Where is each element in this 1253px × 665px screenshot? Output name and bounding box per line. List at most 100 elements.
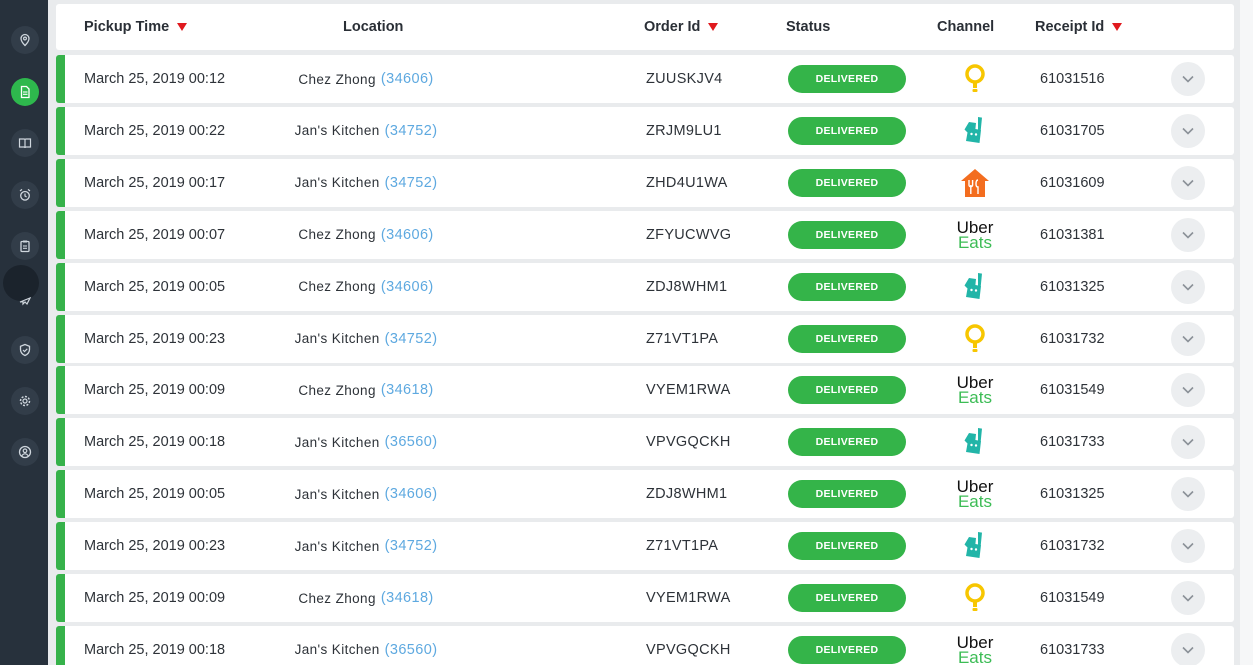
channel-cell	[950, 159, 1000, 207]
location-id-link[interactable]: (34752)	[385, 331, 438, 347]
row-status-accent	[56, 262, 65, 311]
table-row[interactable]: March 25, 2019 00:12 Chez Zhong (34606) …	[56, 55, 1234, 103]
expand-row-button[interactable]	[1171, 269, 1205, 304]
location-id-link[interactable]: (34752)	[385, 123, 438, 139]
location-id-link[interactable]: (36560)	[385, 642, 438, 658]
expand-cell	[1171, 626, 1205, 665]
pickup-time: March 25, 2019 00:18	[84, 641, 226, 658]
status-badge: DELIVERED	[788, 220, 906, 249]
sidebar-item-menu[interactable]	[11, 129, 39, 157]
location-name: Chez Zhong	[298, 382, 376, 398]
column-header-location: Location	[343, 4, 403, 50]
chevron-down-icon	[1182, 335, 1194, 343]
location-name: Jan's Kitchen	[294, 538, 380, 554]
table-row[interactable]: March 25, 2019 00:17 Jan's Kitchen (3475…	[56, 158, 1234, 207]
order-id: ZFYUCWVG	[646, 226, 732, 243]
location-id-link[interactable]: (34618)	[381, 590, 434, 606]
table-row[interactable]: March 25, 2019 00:22 Jan's Kitchen (3475…	[56, 106, 1234, 155]
column-header-order-id[interactable]: Order Id	[644, 4, 719, 50]
order-id: Z71VT1PA	[646, 330, 719, 347]
deliveroo-logo-icon	[964, 116, 982, 143]
sidebar-item-account[interactable]	[11, 438, 39, 466]
location-id-link[interactable]: (34606)	[381, 227, 434, 243]
sidebar-item-orders[interactable]	[11, 78, 39, 106]
column-header-receipt-id[interactable]: Receipt Id	[1035, 4, 1123, 50]
sort-descending-icon[interactable]	[708, 23, 719, 31]
sidebar-item-timers[interactable]	[11, 181, 39, 209]
pickup-time: March 25, 2019 00:05	[84, 486, 226, 503]
table-row[interactable]: March 25, 2019 00:18 Jan's Kitchen (3656…	[56, 418, 1234, 467]
expand-row-button[interactable]	[1171, 217, 1205, 252]
expand-row-button[interactable]	[1171, 321, 1205, 356]
location-name: Jan's Kitchen	[294, 486, 380, 502]
receipt-id: 61031732	[1040, 538, 1105, 555]
status-cell: DELIVERED	[788, 159, 906, 207]
channel-cell	[950, 574, 1000, 622]
receipt-id: 61031733	[1040, 434, 1105, 451]
order-id: ZDJ8WHM1	[646, 278, 728, 295]
expand-row-button[interactable]	[1171, 62, 1205, 96]
expand-row-button[interactable]	[1171, 632, 1205, 665]
row-status-accent	[56, 314, 65, 363]
location-id-link[interactable]: (36560)	[385, 434, 438, 450]
expand-cell	[1171, 574, 1205, 622]
pickup-time: March 25, 2019 00:23	[84, 330, 226, 347]
location-id-link[interactable]: (34606)	[381, 71, 434, 87]
table-row[interactable]: March 25, 2019 00:05 Chez Zhong (34606) …	[56, 262, 1234, 311]
status-cell: DELIVERED	[788, 522, 906, 570]
document-icon	[20, 85, 30, 99]
receipt-id: 61031325	[1040, 278, 1105, 295]
location-cell: Chez Zhong (34618)	[241, 366, 491, 414]
channel-cell: Uber Eats	[950, 470, 1000, 518]
location-id-link[interactable]: (34752)	[385, 538, 438, 554]
table-row[interactable]: March 25, 2019 00:05 Jan's Kitchen (3460…	[56, 470, 1234, 519]
expand-row-button[interactable]	[1171, 165, 1205, 200]
status-badge: DELIVERED	[788, 532, 906, 561]
row-status-accent	[56, 418, 65, 467]
expand-row-button[interactable]	[1171, 581, 1205, 615]
table-row[interactable]: March 25, 2019 00:07 Chez Zhong (34606) …	[56, 210, 1234, 259]
table-row[interactable]: March 25, 2019 00:23 Jan's Kitchen (3475…	[56, 522, 1234, 571]
status-cell: DELIVERED	[788, 315, 906, 363]
table-row[interactable]: March 25, 2019 00:23 Jan's Kitchen (3475…	[56, 314, 1234, 363]
scrollbar-track[interactable]	[1240, 0, 1253, 665]
receipt-id: 61031549	[1040, 382, 1105, 399]
expand-row-button[interactable]	[1171, 529, 1205, 564]
sort-descending-icon[interactable]	[1112, 23, 1123, 31]
location-id-link[interactable]: (34606)	[385, 486, 438, 502]
column-header-pickup-time[interactable]: Pickup Time	[84, 4, 188, 50]
row-status-accent	[56, 522, 65, 571]
sidebar-item-locations[interactable]	[11, 26, 39, 54]
location-name: Chez Zhong	[298, 227, 376, 243]
expand-row-button[interactable]	[1171, 425, 1205, 460]
sort-descending-icon[interactable]	[177, 23, 188, 31]
row-status-accent	[56, 574, 65, 622]
status-badge: DELIVERED	[788, 168, 906, 197]
chevron-down-icon	[1182, 127, 1194, 135]
sidebar-item-reports[interactable]	[11, 232, 39, 260]
location-pin-icon	[20, 33, 30, 47]
status-cell: DELIVERED	[788, 626, 906, 665]
column-header-label: Status	[786, 19, 831, 35]
expand-row-button[interactable]	[1171, 477, 1205, 512]
deliveroo-logo-icon	[964, 532, 982, 559]
plane-icon	[19, 296, 32, 306]
table-row[interactable]: March 25, 2019 00:18 Jan's Kitchen (3656…	[56, 625, 1234, 665]
location-id-link[interactable]: (34618)	[381, 382, 434, 398]
status-cell: DELIVERED	[788, 211, 906, 259]
chevron-down-icon	[1182, 646, 1194, 654]
expand-cell	[1171, 159, 1205, 207]
location-id-link[interactable]: (34606)	[381, 279, 434, 295]
expand-row-button[interactable]	[1171, 373, 1205, 408]
status-badge: DELIVERED	[788, 635, 906, 664]
location-id-link[interactable]: (34752)	[385, 175, 438, 191]
table-row[interactable]: March 25, 2019 00:09 Chez Zhong (34618) …	[56, 366, 1234, 415]
chevron-down-icon	[1182, 594, 1194, 602]
sidebar-item-security[interactable]	[11, 336, 39, 364]
table-row[interactable]: March 25, 2019 00:09 Chez Zhong (34618) …	[56, 574, 1234, 622]
sidebar-item-settings[interactable]	[11, 387, 39, 415]
expand-row-button[interactable]	[1171, 113, 1205, 148]
sidebar-item-delivery[interactable]	[11, 286, 39, 314]
order-id: VYEM1RWA	[646, 382, 731, 399]
location-name: Jan's Kitchen	[294, 642, 380, 658]
